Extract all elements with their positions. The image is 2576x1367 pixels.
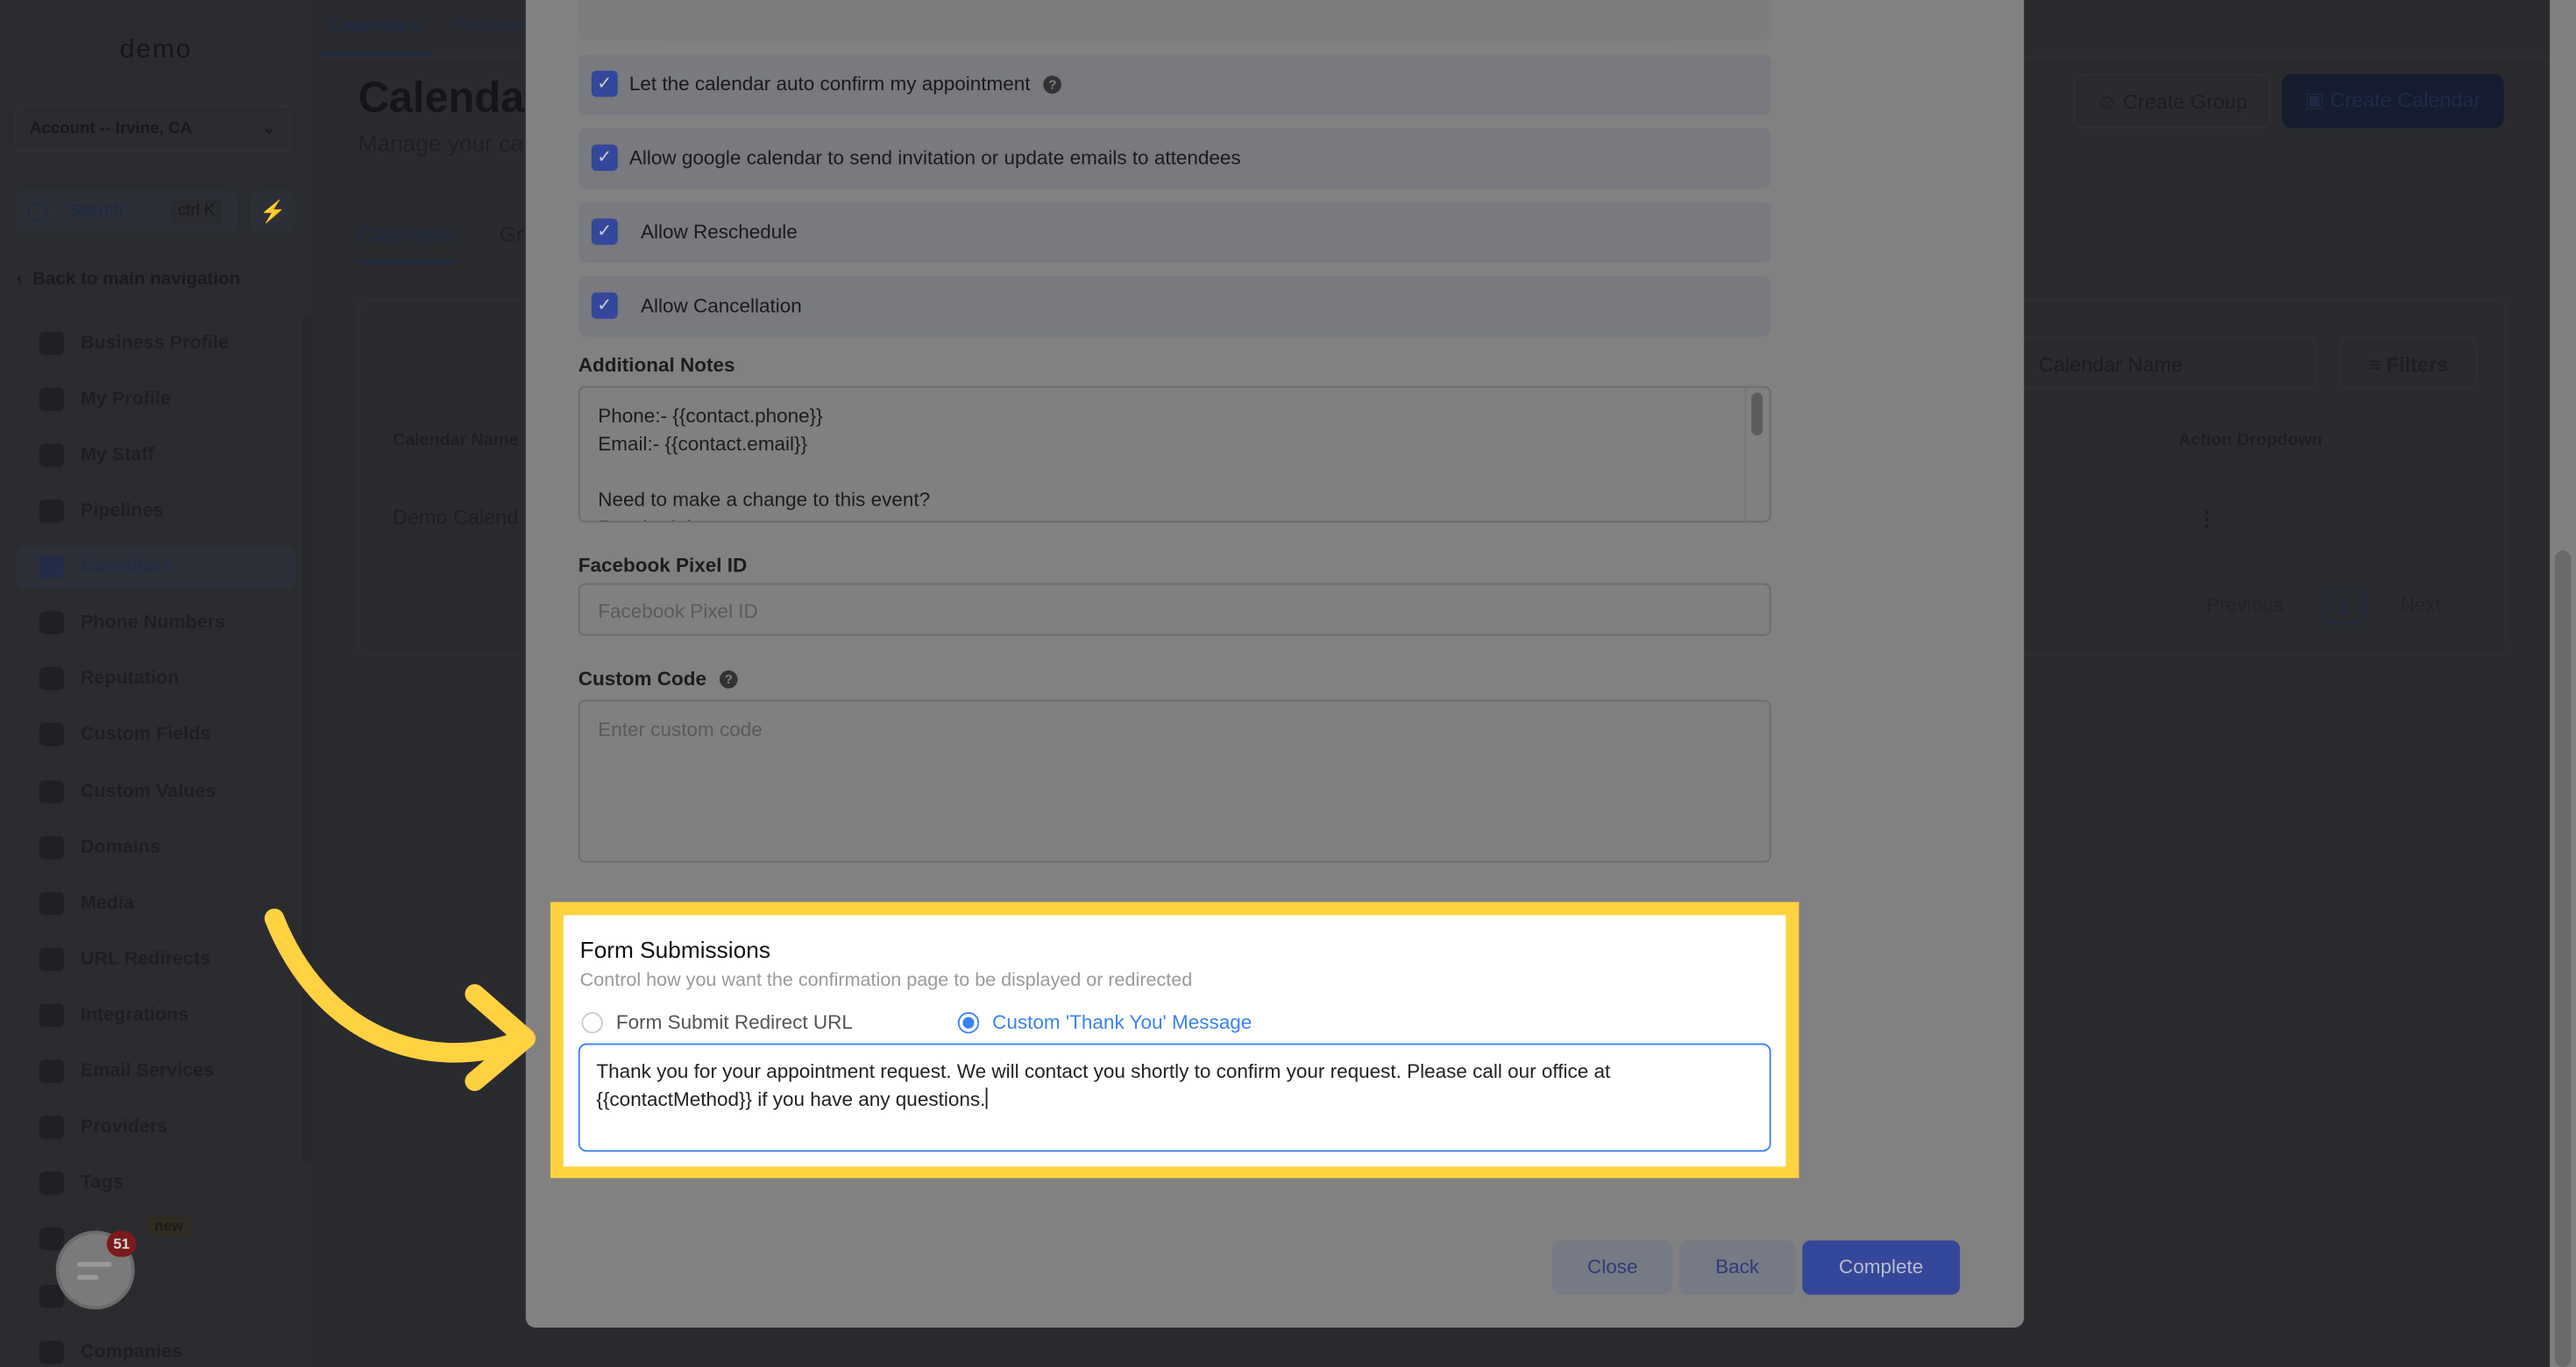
notification-badge: 51 <box>106 1230 137 1257</box>
arrow-annotation-icon <box>264 908 536 1091</box>
chat-icon <box>77 1262 112 1267</box>
